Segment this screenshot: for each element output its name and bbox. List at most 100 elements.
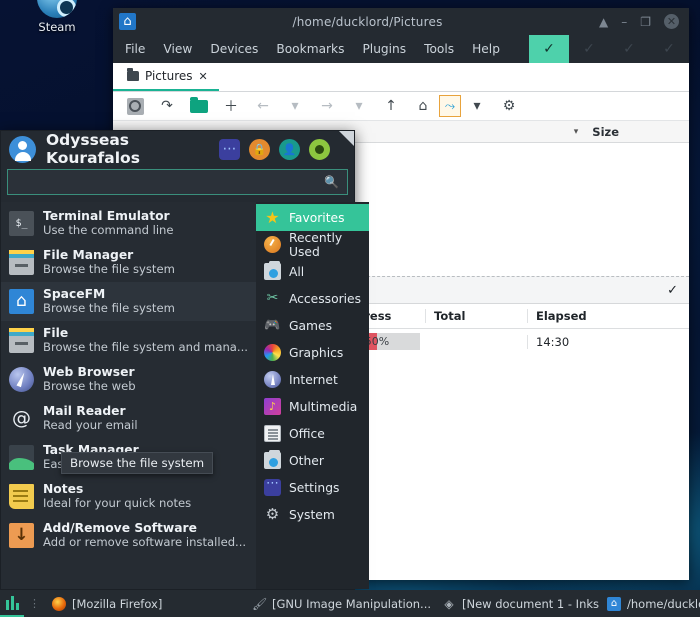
graphics-icon (264, 344, 281, 361)
category-label: Games (289, 319, 332, 333)
tab-pictures[interactable]: Pictures ✕ (113, 63, 219, 91)
up-button[interactable]: ↑ (375, 93, 407, 119)
internet-icon (264, 371, 281, 388)
other-icon (264, 452, 281, 469)
window-titlebar[interactable]: /home/ducklord/Pictures ▲ – ❐ ✕ (113, 8, 689, 35)
category-item-all[interactable]: All (256, 258, 369, 285)
window-controls: ▲ – ❐ ✕ (599, 14, 683, 29)
folder-icon (127, 71, 139, 81)
menu-view[interactable]: View (154, 35, 201, 63)
mail-icon (9, 406, 34, 431)
app-list-item[interactable]: Mail ReaderRead your email (1, 399, 256, 438)
maximize-button[interactable]: ❐ (640, 16, 651, 28)
app-list-item[interactable]: Web BrowserBrowse the web (1, 360, 256, 399)
log-out-button[interactable]: 👤 (279, 139, 300, 160)
panel-toggle-2[interactable]: ✓ (569, 35, 609, 63)
category-item-other[interactable]: Other (256, 447, 369, 474)
app-description: Ideal for your quick notes (43, 497, 191, 511)
forward-button[interactable]: → (311, 93, 343, 119)
refresh-button[interactable]: ↷ (151, 93, 183, 119)
home-folder-icon (119, 13, 136, 30)
multi-icon (264, 398, 281, 415)
confirm-path-icon[interactable]: ✓ (667, 283, 678, 298)
search-box[interactable]: 🔍 (7, 169, 348, 195)
category-item-accessories[interactable]: ✂Accessories (256, 285, 369, 312)
menu-plugins[interactable]: Plugins (353, 35, 415, 63)
close-icon[interactable]: ✕ (199, 70, 208, 83)
cell-elapsed: 14:30 (527, 335, 627, 349)
taskbar-item-label: [New document 1 - Inksca... (462, 597, 599, 611)
panel-toggle-1[interactable]: ✓ (529, 35, 569, 63)
start-button[interactable] (0, 590, 24, 617)
search-input[interactable] (16, 175, 324, 189)
app-list-item[interactable]: Terminal EmulatorUse the command line (1, 204, 256, 243)
resize-grip[interactable] (339, 131, 354, 146)
games-icon: 🎮 (264, 317, 281, 334)
taskbar-item-inkscape[interactable]: [New document 1 - Inksca... (434, 597, 599, 611)
category-item-games[interactable]: 🎮 Games (256, 312, 369, 339)
category-item-multimedia[interactable]: Multimedia (256, 393, 369, 420)
new-folder-button[interactable] (183, 93, 215, 119)
lock-screen-button[interactable]: 🔒 (249, 139, 270, 160)
menu-devices[interactable]: Devices (201, 35, 267, 63)
task-icon (9, 445, 34, 470)
menu-help[interactable]: Help (463, 35, 509, 63)
category-item-office[interactable]: Office (256, 420, 369, 447)
app-name: Add/Remove Software (43, 521, 246, 536)
new-tab-button[interactable]: ＋ (215, 93, 247, 119)
minimize-button[interactable]: – (621, 16, 627, 28)
category-item-internet[interactable]: Internet (256, 366, 369, 393)
category-item-graphics[interactable]: Graphics (256, 339, 369, 366)
open-with-button[interactable]: ⤳ (439, 95, 461, 117)
shade-button[interactable]: ▲ (599, 16, 608, 28)
category-item-settings[interactable]: Settings (256, 474, 369, 501)
avatar[interactable] (9, 136, 36, 163)
app-list-item[interactable]: File ManagerBrowse the file system (1, 243, 256, 282)
devices-button[interactable] (119, 93, 151, 119)
menu-bookmarks[interactable]: Bookmarks (267, 35, 353, 63)
category-item-favorites[interactable]: ★Favorites (256, 204, 369, 231)
back-button[interactable]: ← (247, 93, 279, 119)
taskbar-item-firefox[interactable]: [Mozilla Firefox] (44, 597, 244, 611)
app-description: Browse the file system and mana... (43, 341, 248, 355)
category-label: System (289, 508, 335, 522)
app-list-item[interactable]: Add/Remove SoftwareAdd or remove softwar… (1, 516, 256, 555)
column-size[interactable]: Size (592, 125, 619, 139)
home-button[interactable]: ⌂ (407, 93, 439, 119)
taskbar-item-label: [Mozilla Firefox] (72, 597, 162, 611)
back-history-dropdown[interactable]: ▾ (279, 93, 311, 119)
category-item-recently-used[interactable]: Recently Used (256, 231, 369, 258)
spacefm-icon (607, 597, 621, 611)
column-elapsed[interactable]: Elapsed (527, 309, 627, 323)
panel-toggle-3[interactable]: ✓ (609, 35, 649, 63)
app-list-item[interactable]: FileBrowse the file system and mana... (1, 321, 256, 360)
desktop-icon-steam[interactable]: Steam (20, 0, 94, 34)
taskbar-item-gimp[interactable]: [GNU Image Manipulation... (244, 597, 434, 611)
taskbar-item-spacefm[interactable]: /home/ducklord/Pict (599, 597, 700, 611)
open-with-dropdown[interactable]: ▾ (461, 93, 493, 119)
forward-history-dropdown[interactable]: ▾ (343, 93, 375, 119)
shutdown-button[interactable] (309, 139, 330, 160)
filemgr-icon (9, 328, 34, 353)
search-icon: 🔍 (324, 175, 339, 189)
close-button[interactable]: ✕ (664, 14, 679, 29)
sort-caret-icon[interactable]: ▾ (574, 127, 579, 137)
category-item-system[interactable]: ⚙System (256, 501, 369, 528)
applications-menu-icon (6, 596, 19, 610)
app-name: Web Browser (43, 365, 136, 380)
spacefm-icon (9, 289, 34, 314)
app-list-item[interactable]: NotesIdeal for your quick notes (1, 477, 256, 516)
panel-toggle-group: ✓ ✓ ✓ ✓ (529, 35, 689, 63)
settings-button[interactable]: ⚙ (493, 93, 525, 119)
column-total[interactable]: Total (425, 309, 527, 323)
menu-file[interactable]: File (116, 35, 154, 63)
category-label: Recently Used (289, 231, 361, 259)
panel-toggle-4[interactable]: ✓ (649, 35, 689, 63)
settings-button[interactable] (219, 139, 240, 160)
web-icon (9, 367, 34, 392)
app-description: Browse the web (43, 380, 136, 394)
panel-handle[interactable]: ⋮ (24, 597, 44, 610)
menu-bar: File View Devices Bookmarks Plugins Tool… (113, 35, 689, 63)
app-list-item[interactable]: SpaceFMBrowse the file system (1, 282, 256, 321)
menu-tools[interactable]: Tools (415, 35, 463, 63)
